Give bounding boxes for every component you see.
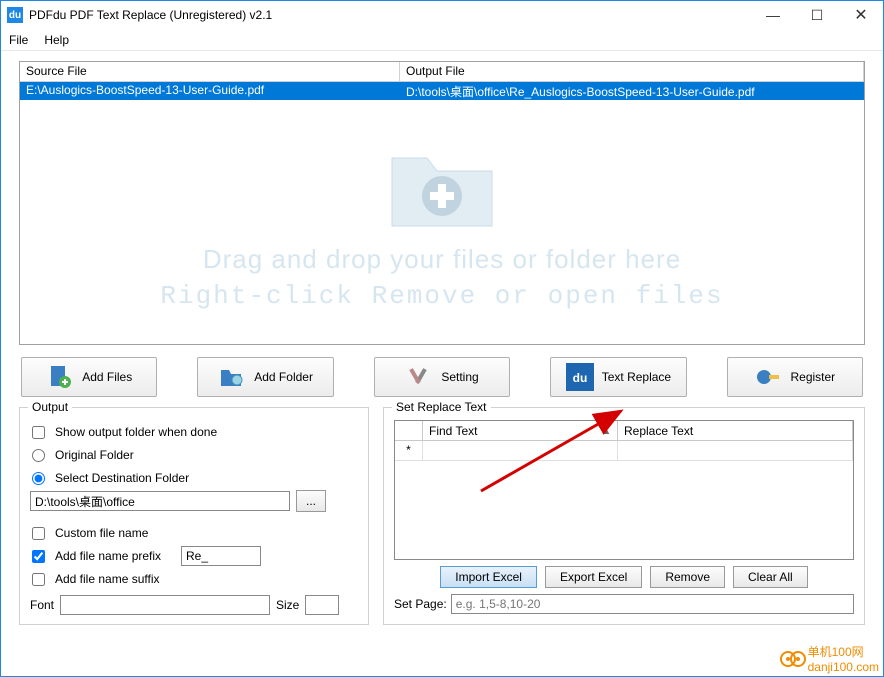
show-folder-label: Show output folder when done (55, 425, 217, 439)
replace-legend: Set Replace Text (392, 400, 491, 414)
set-page-input[interactable] (451, 594, 854, 614)
drop-hint-line1: Drag and drop your files or folder here (203, 244, 681, 275)
drop-hint-line2: Right-click Remove or open files (160, 281, 723, 311)
minimize-button[interactable]: — (751, 1, 795, 29)
set-page-row: Set Page: (394, 594, 854, 614)
maximize-button[interactable]: ☐ (795, 1, 839, 29)
set-page-label: Set Page: (394, 597, 447, 611)
font-label: Font (30, 598, 54, 612)
custom-name-label: Custom file name (55, 526, 148, 540)
prefix-input[interactable] (181, 546, 261, 566)
prefix-label: Add file name prefix (55, 549, 175, 563)
file-row-source: E:\Auslogics-BoostSpeed-13-User-Guide.pd… (20, 82, 400, 100)
add-folder-label: Add Folder (254, 370, 313, 384)
clear-all-button[interactable]: Clear All (733, 566, 808, 588)
text-replace-button[interactable]: du Text Replace (550, 357, 686, 397)
original-folder-label: Original Folder (55, 448, 134, 462)
row-marker: * (395, 441, 423, 460)
menu-bar: File Help (1, 29, 883, 51)
file-row-output: D:\tools\桌面\office\Re_Auslogics-BoostSpe… (400, 82, 864, 100)
replace-buttons: Import Excel Export Excel Remove Clear A… (394, 566, 854, 588)
title-bar: du PDFdu PDF Text Replace (Unregistered)… (1, 1, 883, 29)
menu-file[interactable]: File (9, 33, 28, 47)
file-list-header: Source File Output File (20, 62, 864, 82)
watermark-url: danji100.com (808, 660, 879, 674)
window-title: PDFdu PDF Text Replace (Unregistered) v2… (29, 8, 751, 22)
replace-col-replace[interactable]: Replace Text (618, 421, 853, 440)
add-files-label: Add Files (82, 370, 132, 384)
export-excel-button[interactable]: Export Excel (545, 566, 642, 588)
add-file-icon (46, 363, 74, 391)
register-icon (754, 363, 782, 391)
replace-group: Set Replace Text Find Text▲ Replace Text… (383, 407, 865, 625)
file-list[interactable]: Source File Output File E:\Auslogics-Boo… (19, 61, 865, 345)
col-source[interactable]: Source File (20, 62, 400, 81)
size-label: Size (276, 598, 299, 612)
prefix-checkbox[interactable] (32, 550, 45, 563)
col-output[interactable]: Output File (400, 62, 864, 81)
setting-button[interactable]: Setting (374, 357, 510, 397)
replace-col-marker[interactable] (395, 421, 423, 440)
size-input[interactable] (305, 595, 339, 615)
sort-asc-icon: ▲ (602, 426, 611, 436)
folder-plus-icon (382, 136, 502, 236)
close-button[interactable]: ✕ (839, 1, 883, 29)
custom-name-checkbox[interactable] (32, 527, 45, 540)
show-folder-checkbox[interactable] (32, 426, 45, 439)
select-dest-radio[interactable] (32, 472, 45, 485)
menu-help[interactable]: Help (44, 33, 69, 47)
drop-hint: Drag and drop your files or folder here … (20, 102, 864, 344)
file-row[interactable]: E:\Auslogics-BoostSpeed-13-User-Guide.pd… (20, 82, 864, 100)
main-button-row: Add Files Add Folder Setting du Text Rep… (19, 357, 865, 397)
remove-button[interactable]: Remove (650, 566, 725, 588)
watermark: 单机100网 danji100.com (780, 643, 879, 674)
replace-table-head: Find Text▲ Replace Text (395, 421, 853, 441)
font-input[interactable] (60, 595, 270, 615)
add-files-button[interactable]: Add Files (21, 357, 157, 397)
import-excel-button[interactable]: Import Excel (440, 566, 537, 588)
output-group: Output Show output folder when done Orig… (19, 407, 369, 625)
watermark-logo-icon (780, 649, 806, 669)
dest-path-input[interactable] (30, 491, 290, 511)
setting-label: Setting (441, 370, 478, 384)
register-label: Register (790, 370, 835, 384)
replace-text-cell[interactable] (618, 441, 853, 460)
find-text-cell[interactable] (423, 441, 618, 460)
replace-row-new[interactable]: * (395, 441, 853, 461)
add-folder-icon (218, 363, 246, 391)
original-folder-radio[interactable] (32, 449, 45, 462)
add-folder-button[interactable]: Add Folder (197, 357, 333, 397)
suffix-label: Add file name suffix (55, 572, 160, 586)
app-icon: du (7, 7, 23, 23)
replace-table[interactable]: Find Text▲ Replace Text * (394, 420, 854, 560)
watermark-name: 单机100网 (808, 643, 879, 660)
text-replace-label: Text Replace (602, 370, 671, 384)
text-replace-icon: du (566, 363, 594, 391)
select-dest-label: Select Destination Folder (55, 471, 189, 485)
replace-col-find[interactable]: Find Text▲ (423, 421, 618, 440)
register-button[interactable]: Register (727, 357, 863, 397)
suffix-checkbox[interactable] (32, 573, 45, 586)
output-legend: Output (28, 400, 72, 414)
svg-text:du: du (572, 371, 587, 385)
setting-icon (405, 363, 433, 391)
browse-button[interactable]: ... (296, 490, 326, 512)
